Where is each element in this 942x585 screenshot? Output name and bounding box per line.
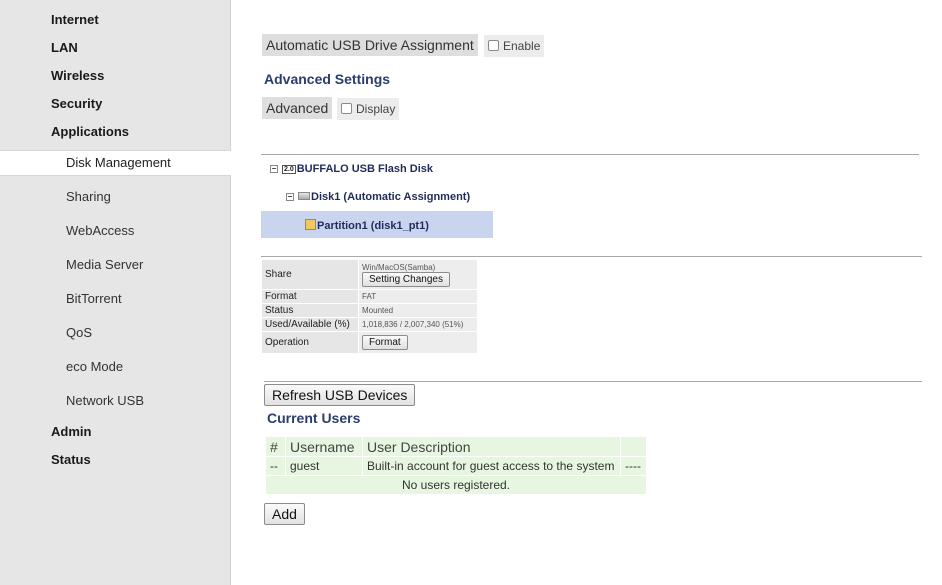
tree-partition-label: Partition1 (disk1_pt1) — [317, 220, 429, 232]
column-header-username: Username — [285, 436, 363, 457]
user-username: guest — [285, 456, 363, 476]
share-label: Share — [261, 259, 359, 290]
share-cell: Win/MacOS(Samba) Setting Changes — [358, 259, 478, 290]
table-row: -- guest Built-in account for guest acce… — [265, 456, 647, 476]
sidebar-item-network-usb[interactable]: Network USB — [66, 393, 144, 408]
table-row: No users registered. — [265, 475, 647, 495]
sidebar-item-bittorrent[interactable]: BitTorrent — [66, 291, 122, 306]
disk-icon — [298, 192, 310, 200]
table-header-row: # Username User Description — [265, 436, 647, 457]
used-value: 1,018,836 / 2,007,340 (51%) — [358, 317, 478, 332]
tree-device-label: BUFFALO USB Flash Disk — [296, 163, 434, 175]
column-header-description: User Description — [362, 436, 621, 457]
table-row: Status Mounted — [261, 303, 478, 318]
format-button[interactable]: Format — [362, 335, 408, 350]
divider — [264, 381, 922, 382]
advanced-display-checkbox[interactable] — [341, 103, 352, 114]
sidebar-item-security[interactable]: Security — [51, 96, 102, 111]
table-row: Format FAT — [261, 289, 478, 304]
auto-assign-enable[interactable]: Enable — [484, 35, 545, 57]
usb-device-icon: 2.0 — [282, 165, 296, 174]
table-row: Used/Available (%) 1,018,836 / 2,007,340… — [261, 317, 478, 332]
sidebar-item-wireless[interactable]: Wireless — [51, 68, 104, 83]
sidebar-item-eco-mode[interactable]: eco Mode — [66, 359, 123, 374]
share-value: Win/MacOS(Samba) — [362, 262, 436, 272]
sidebar: Internet LAN Wireless Security Applicati… — [0, 0, 231, 585]
tree-device[interactable]: −2.0 BUFFALO USB Flash Disk — [270, 163, 433, 175]
auto-assign-checkbox-label: Enable — [503, 39, 541, 53]
advanced-label: Advanced — [262, 97, 333, 119]
current-users-title: Current Users — [267, 410, 361, 426]
user-num: -- — [265, 456, 286, 476]
user-description: Built-in account for guest access to the… — [362, 456, 621, 476]
advanced-display-checkbox-label: Display — [356, 102, 396, 116]
operation-label: Operation — [261, 331, 359, 354]
auto-assign-checkbox[interactable] — [488, 40, 499, 51]
users-table: # Username User Description -- guest Bui… — [265, 436, 647, 495]
format-value: FAT — [358, 289, 478, 304]
sidebar-item-disk-management[interactable]: Disk Management — [0, 150, 231, 176]
tree-partition[interactable]: Partition1 (disk1_pt1) — [305, 219, 429, 232]
column-header-num: # — [265, 436, 286, 457]
advanced-settings-title: Advanced Settings — [264, 71, 391, 87]
sidebar-item-webaccess[interactable]: WebAccess — [66, 223, 134, 238]
used-label: Used/Available (%) — [261, 317, 359, 332]
add-user-button[interactable]: Add — [264, 503, 305, 525]
sidebar-item-admin[interactable]: Admin — [51, 424, 91, 439]
format-label: Format — [261, 289, 359, 304]
table-row: Share Win/MacOS(Samba) Setting Changes — [261, 259, 478, 290]
operation-cell: Format — [358, 331, 478, 354]
sidebar-item-internet[interactable]: Internet — [51, 12, 99, 27]
partition-icon — [305, 219, 316, 230]
table-row: Operation Format — [261, 331, 478, 354]
no-users-message: No users registered. — [265, 475, 647, 495]
advanced-display[interactable]: Display — [337, 98, 400, 120]
status-value: Mounted — [358, 303, 478, 318]
tree-disk-label: Disk1 (Automatic Assignment) — [311, 191, 471, 203]
sidebar-item-applications[interactable]: Applications — [51, 124, 129, 139]
setting-changes-button[interactable]: Setting Changes — [362, 271, 450, 287]
auto-assign-label: Automatic USB Drive Assignment — [262, 34, 478, 56]
user-extra: ---- — [620, 456, 647, 476]
sidebar-item-lan[interactable]: LAN — [51, 40, 78, 55]
refresh-usb-devices-button[interactable]: Refresh USB Devices — [264, 384, 416, 406]
divider — [261, 256, 922, 257]
tree-disk[interactable]: − Disk1 (Automatic Assignment) — [286, 191, 470, 203]
column-header-extra — [620, 436, 647, 457]
sidebar-item-media-server[interactable]: Media Server — [66, 257, 143, 272]
sidebar-item-status[interactable]: Status — [51, 452, 91, 467]
status-label: Status — [261, 303, 359, 318]
sidebar-item-label: Disk Management — [66, 155, 171, 170]
collapse-icon[interactable]: − — [270, 165, 278, 173]
partition-info-table: Share Win/MacOS(Samba) Setting Changes F… — [261, 259, 478, 354]
sidebar-item-sharing[interactable]: Sharing — [66, 189, 111, 204]
divider — [261, 154, 919, 155]
sidebar-item-qos[interactable]: QoS — [66, 325, 92, 340]
collapse-icon[interactable]: − — [286, 193, 294, 201]
